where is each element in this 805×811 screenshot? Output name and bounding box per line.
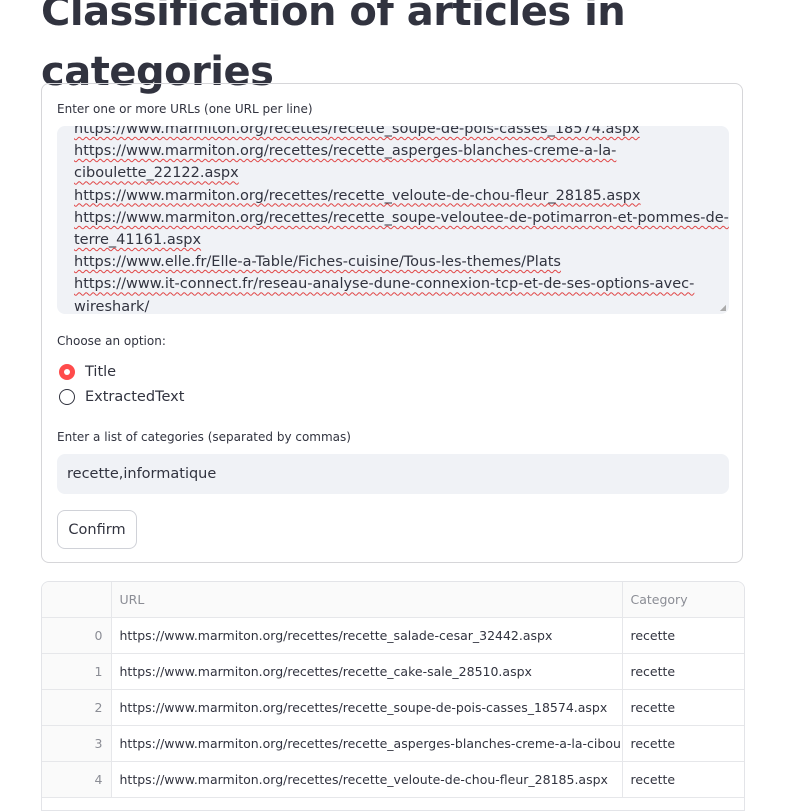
url-cell[interactable]: https://www.marmiton.org/recettes/recett… [111, 689, 623, 726]
urls-label: Enter one or more URLs (one URL per line… [57, 102, 313, 116]
category-cell[interactable]: recette [622, 617, 744, 654]
category-cell[interactable]: recette [622, 725, 744, 762]
column-header-category[interactable]: Category [622, 582, 744, 618]
results-table: URL Category 0 https://www.marmiton.org/… [41, 581, 745, 811]
resize-handle-icon[interactable]: ◢ [720, 303, 726, 312]
categories-label: Enter a list of categories (separated by… [57, 430, 351, 444]
url-line: https://www.marmiton.org/recettes/recett… [74, 126, 640, 137]
table-row[interactable]: 2 https://www.marmiton.org/recettes/rece… [42, 689, 744, 726]
confirm-button[interactable]: Confirm [57, 510, 137, 549]
row-index: 1 [42, 653, 112, 690]
urls-textarea-content[interactable]: https://www.marmiton.org/recettes/recett… [74, 126, 729, 314]
page-title-line1: Classification of articles in [41, 0, 626, 35]
url-line: https://www.marmiton.org/recettes/recett… [74, 209, 729, 226]
table-row[interactable]: 4 https://www.marmiton.org/recettes/rece… [42, 761, 744, 798]
url-line: terre_41161.aspx [74, 232, 202, 249]
radio-option-label: ExtractedText [85, 389, 185, 405]
column-header-url[interactable]: URL [111, 582, 623, 618]
url-line: wireshark/ [74, 298, 150, 314]
table-row[interactable]: 1 https://www.marmiton.org/recettes/rece… [42, 653, 744, 690]
category-cell[interactable]: recette [622, 761, 744, 798]
radio-option-label: Title [85, 364, 117, 380]
radio-option-title[interactable]: Title [59, 362, 116, 382]
radio-unselected-icon[interactable] [59, 389, 75, 405]
table-row[interactable]: 3 https://www.marmiton.org/recettes/rece… [42, 725, 744, 762]
url-cell[interactable]: https://www.marmiton.org/recettes/recett… [111, 653, 623, 690]
radio-option-extractedtext[interactable]: ExtractedText [59, 387, 184, 407]
urls-textarea[interactable]: https://www.marmiton.org/recettes/recett… [57, 126, 729, 314]
radio-selected-icon[interactable] [59, 364, 75, 380]
url-line: ciboulette_22122.aspx [74, 165, 239, 182]
table-header-row: URL Category [42, 582, 744, 618]
row-index: 4 [42, 761, 112, 798]
url-cell[interactable]: https://www.marmiton.org/recettes/recett… [111, 761, 623, 798]
row-index: 0 [42, 617, 112, 654]
url-cell[interactable]: https://www.marmiton.org/recettes/recett… [111, 725, 623, 762]
url-line: https://www.elle.fr/Elle-a-Table/Fiches-… [74, 254, 561, 271]
option-group-label: Choose an option: [57, 334, 166, 348]
url-cell[interactable]: https://www.marmiton.org/recettes/recett… [111, 617, 623, 654]
column-header-index[interactable] [42, 582, 112, 618]
url-line: https://www.it-connect.fr/reseau-analyse… [74, 276, 695, 293]
url-line: https://www.marmiton.org/recettes/recett… [74, 187, 641, 204]
category-cell[interactable]: recette [622, 653, 744, 690]
url-line: https://www.marmiton.org/recettes/recett… [74, 143, 617, 160]
category-cell[interactable]: recette [622, 689, 744, 726]
categories-input[interactable] [57, 454, 729, 494]
table-row[interactable]: 0 https://www.marmiton.org/recettes/rece… [42, 617, 744, 654]
row-index: 2 [42, 689, 112, 726]
row-index: 3 [42, 725, 112, 762]
